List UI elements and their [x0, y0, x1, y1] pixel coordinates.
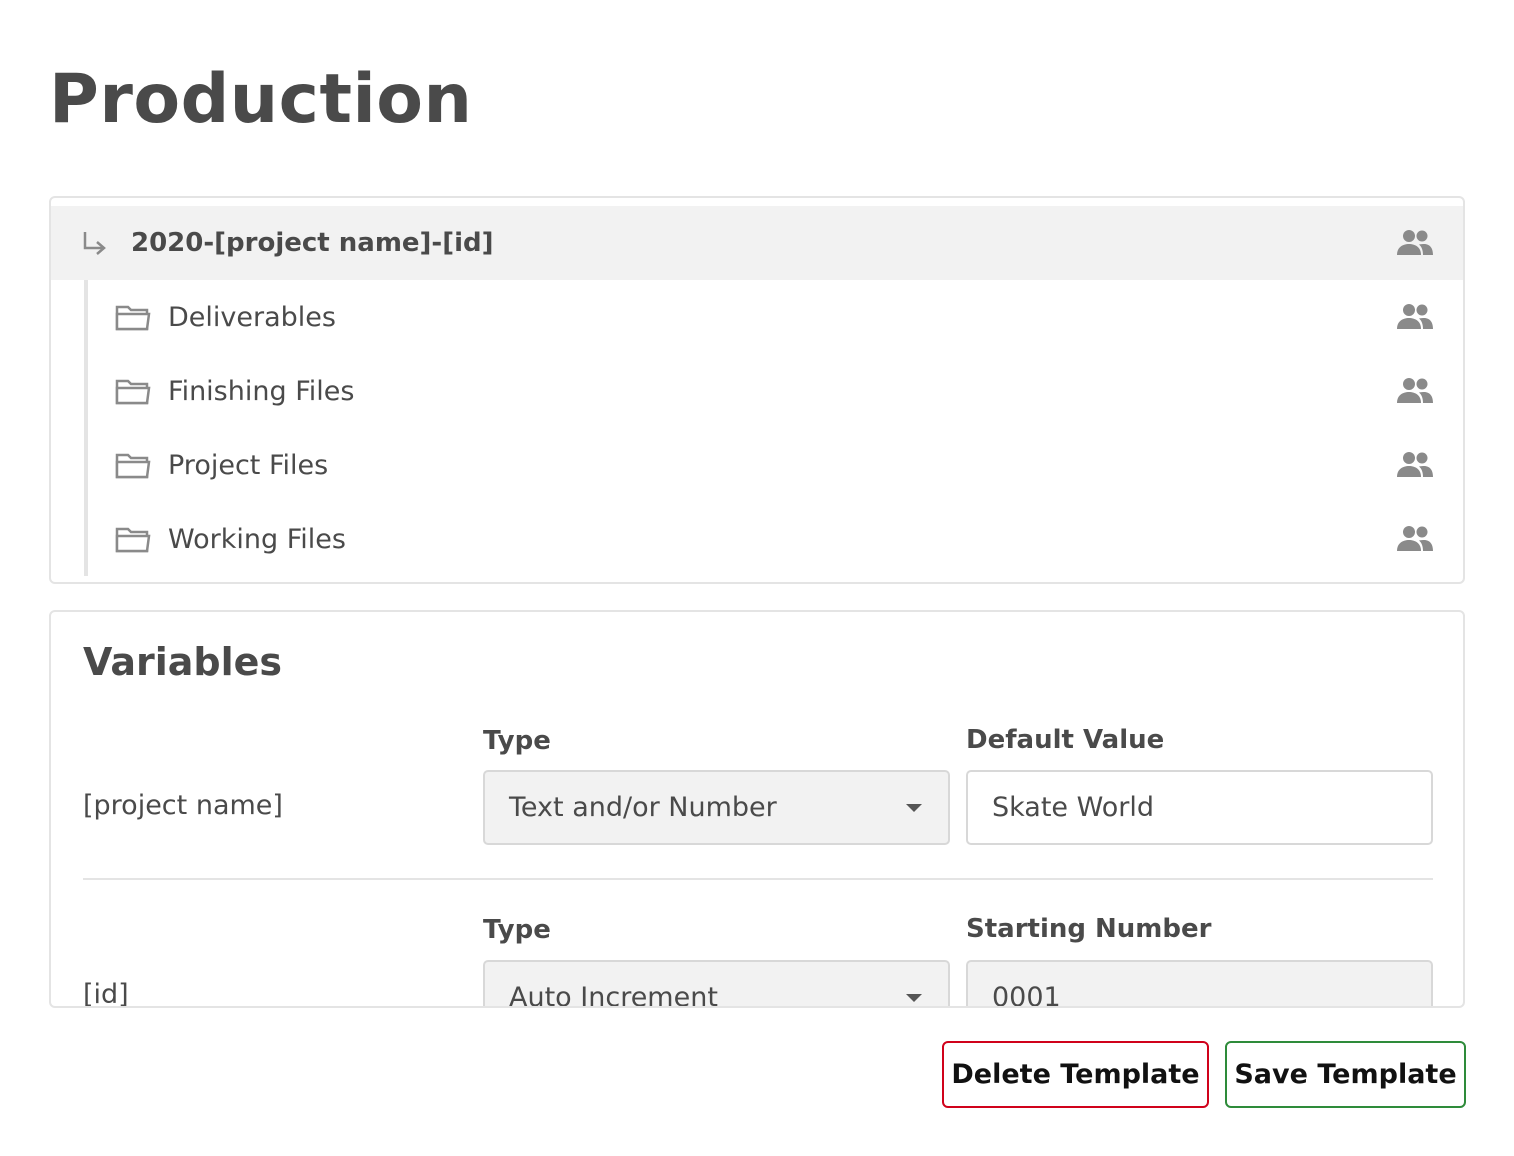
people-icon[interactable]	[1395, 229, 1435, 257]
starting-number-input[interactable]	[966, 960, 1433, 1006]
tree-root-row[interactable]: 2020-[project name]-[id]	[51, 206, 1463, 280]
tree-item-label: Finishing Files	[168, 375, 355, 407]
chevron-down-icon	[906, 993, 922, 1002]
folder-icon	[115, 379, 151, 405]
people-icon[interactable]	[1395, 525, 1435, 553]
tree-item-project-files[interactable]: Project Files	[88, 428, 1463, 502]
folder-tree-card: 2020-[project name]-[id] Deliverables Fi…	[49, 196, 1465, 584]
return-arrow-icon	[83, 232, 106, 255]
page-title: Production	[49, 60, 473, 139]
tree-item-label: Deliverables	[168, 301, 336, 333]
people-icon[interactable]	[1395, 451, 1435, 479]
tree-item-label: Working Files	[168, 523, 346, 555]
tree-item-working-files[interactable]: Working Files	[88, 502, 1463, 576]
people-icon[interactable]	[1395, 303, 1435, 331]
tree-item-finishing-files[interactable]: Finishing Files	[88, 354, 1463, 428]
folder-icon	[115, 527, 151, 553]
tree-item-deliverables[interactable]: Deliverables	[88, 280, 1463, 354]
people-icon[interactable]	[1395, 377, 1435, 405]
type-select[interactable]: Auto Increment	[483, 960, 950, 1008]
folder-icon	[115, 305, 151, 331]
starting-number-label: Starting Number	[966, 914, 1212, 944]
save-template-button[interactable]: Save Template	[1225, 1041, 1466, 1108]
variable-name: [id]	[83, 979, 129, 1008]
type-select-value: Auto Increment	[509, 982, 718, 1008]
tree-item-label: Project Files	[168, 449, 329, 481]
tree-root-label: 2020-[project name]-[id]	[131, 228, 494, 258]
folder-icon	[115, 453, 151, 479]
type-label: Type	[483, 915, 551, 945]
variable-row-id: Type Starting Number [id] Auto Increment	[83, 612, 1433, 1008]
delete-template-button[interactable]: Delete Template	[942, 1041, 1209, 1108]
variables-card: Variables Type Default Value [project na…	[49, 610, 1465, 1008]
tree-children: Deliverables Finishing Files Project Fil…	[84, 280, 1463, 576]
